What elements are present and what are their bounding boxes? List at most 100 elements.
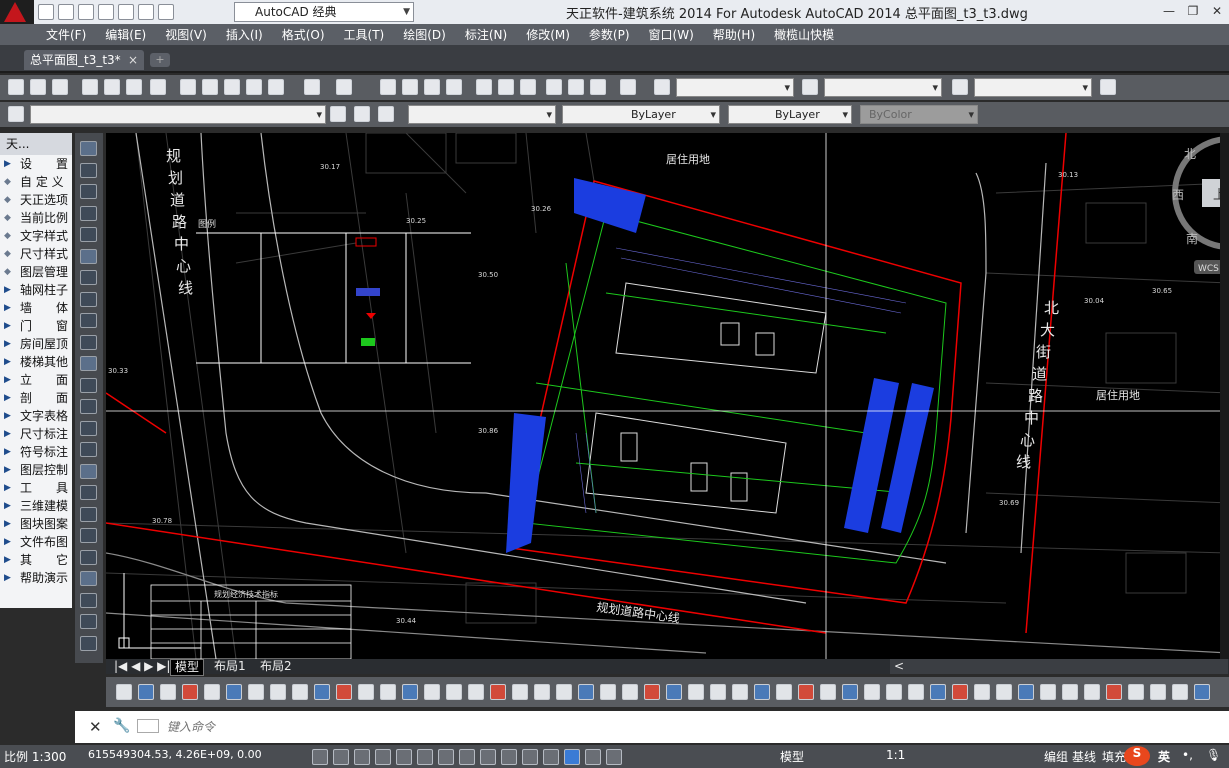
undo-icon[interactable]: [138, 4, 154, 20]
markup-icon[interactable]: [568, 79, 584, 95]
draw-tool-icon[interactable]: [80, 614, 97, 629]
modify-tool-icon[interactable]: [974, 684, 990, 700]
panel-item[interactable]: ▶ 三维建模: [0, 497, 72, 515]
modify-tool-icon[interactable]: [864, 684, 880, 700]
menu-edit[interactable]: 编辑(E): [105, 26, 146, 43]
close-cmdline-icon[interactable]: ✕: [89, 718, 102, 736]
draw-tool-icon[interactable]: [80, 463, 97, 479]
modify-tool-icon[interactable]: [820, 684, 836, 700]
modify-tool-icon[interactable]: [1084, 684, 1100, 700]
modify-tool-icon[interactable]: [248, 684, 264, 700]
menu-dimension[interactable]: 标注(N): [465, 26, 507, 43]
menu-draw[interactable]: 绘图(D): [403, 26, 446, 43]
panel-item[interactable]: ▶ 其 它: [0, 551, 72, 569]
modify-tool-icon[interactable]: [952, 684, 968, 700]
scale-readout[interactable]: 比例 1:300: [4, 748, 66, 765]
customize-wrench-icon[interactable]: 🔧: [113, 718, 130, 734]
modify-tool-icon[interactable]: [644, 684, 660, 700]
draw-tool-icon[interactable]: [80, 334, 97, 350]
layer-manager-icon[interactable]: [8, 106, 24, 122]
draw-tool-icon[interactable]: [80, 592, 97, 608]
copy-icon[interactable]: [202, 79, 218, 95]
design-center-icon[interactable]: [498, 79, 514, 95]
draw-tool-icon[interactable]: [80, 184, 97, 199]
menu-ganlanshan[interactable]: 橄榄山快模: [774, 26, 834, 43]
horizontal-scrollbar[interactable]: <: [890, 659, 1228, 674]
modify-tool-icon[interactable]: [380, 684, 396, 700]
panel-item[interactable]: ▶ 文字表格: [0, 407, 72, 425]
undo-toolbar-icon[interactable]: [304, 79, 320, 95]
save-file-icon[interactable]: [52, 79, 68, 95]
panel-item[interactable]: ▶ 剖 面: [0, 389, 72, 407]
plot-icon[interactable]: [82, 79, 98, 95]
modify-tool-icon[interactable]: [336, 684, 352, 700]
draw-tool-icon[interactable]: [80, 528, 97, 543]
draw-tool-icon[interactable]: [80, 356, 97, 371]
pan-icon[interactable]: [380, 79, 396, 95]
modify-tool-icon[interactable]: [688, 684, 704, 700]
status-toggle-icon[interactable]: [417, 749, 433, 765]
modify-tool-icon[interactable]: [732, 684, 748, 700]
layer-previous-icon[interactable]: [354, 106, 370, 122]
paste-icon[interactable]: [224, 79, 240, 95]
lineweight-select[interactable]: ByLayer: [728, 105, 852, 124]
panel-item[interactable]: ▶ 帮助演示: [0, 569, 72, 587]
draw-tool-icon[interactable]: [80, 227, 97, 242]
draw-tool-icon[interactable]: [80, 506, 97, 522]
draw-tool-icon[interactable]: [80, 485, 97, 500]
zoom-previous-icon[interactable]: [446, 79, 462, 95]
panel-item[interactable]: ▶ 设 置: [0, 155, 72, 173]
status-toggle-icon[interactable]: [480, 749, 496, 765]
panel-item[interactable]: ▶ 墙 体: [0, 299, 72, 317]
multileader-style-icon[interactable]: [1100, 79, 1116, 95]
status-toggle-icon[interactable]: [606, 749, 622, 765]
tool-palettes-icon[interactable]: [520, 79, 536, 95]
layer-select[interactable]: [30, 105, 326, 124]
modify-tool-icon[interactable]: [182, 684, 198, 700]
modify-tool-icon[interactable]: [314, 684, 330, 700]
qnew-icon[interactable]: [8, 79, 24, 95]
draw-tool-icon[interactable]: [80, 377, 97, 393]
modify-tool-icon[interactable]: [1062, 684, 1078, 700]
modify-tool-icon[interactable]: [1194, 684, 1210, 700]
panel-item[interactable]: ◆ 天正选项: [0, 191, 72, 209]
baseline-toggle[interactable]: 基线: [1072, 748, 1096, 765]
status-toggle-icon[interactable]: [396, 749, 412, 765]
draw-tool-icon[interactable]: [80, 399, 97, 414]
draw-tool-icon[interactable]: [80, 442, 97, 457]
panel-item[interactable]: ▶ 轴网柱子: [0, 281, 72, 299]
status-toggle-icon[interactable]: [564, 749, 580, 765]
properties-icon[interactable]: [476, 79, 492, 95]
block-editor-icon[interactable]: [268, 79, 284, 95]
modify-tool-icon[interactable]: [842, 684, 858, 700]
menu-parametric[interactable]: 参数(P): [589, 26, 630, 43]
document-tab[interactable]: 总平面图_t3_t3* ×: [24, 50, 144, 70]
save-as-icon[interactable]: [98, 4, 114, 20]
new-icon[interactable]: [38, 4, 54, 20]
draw-tool-icon[interactable]: [80, 571, 97, 586]
microphone-icon[interactable]: 🎙: [1206, 748, 1221, 762]
modify-tool-icon[interactable]: [930, 684, 946, 700]
modify-tool-icon[interactable]: [358, 684, 374, 700]
status-toggle-icon[interactable]: [522, 749, 538, 765]
modify-tool-icon[interactable]: [424, 684, 440, 700]
menu-help[interactable]: 帮助(H): [713, 26, 755, 43]
make-current-layer-icon[interactable]: [330, 106, 346, 122]
tab-layout1[interactable]: 布局1: [210, 659, 250, 674]
ime-language[interactable]: 英: [1158, 748, 1170, 765]
close-button[interactable]: ✕: [1205, 0, 1229, 22]
text-style-icon[interactable]: [654, 79, 670, 95]
panel-item[interactable]: ▶ 房间屋顶: [0, 335, 72, 353]
draw-tool-icon[interactable]: [80, 162, 97, 178]
menu-window[interactable]: 窗口(W): [649, 26, 694, 43]
panel-item[interactable]: ▶ 图块图案: [0, 515, 72, 533]
menu-file[interactable]: 文件(F): [46, 26, 86, 43]
layer-state-icon[interactable]: [378, 106, 394, 122]
open-file-icon[interactable]: [30, 79, 46, 95]
panel-item[interactable]: ◆ 尺寸样式: [0, 245, 72, 263]
menu-modify[interactable]: 修改(M): [526, 26, 570, 43]
publish-icon[interactable]: [126, 79, 142, 95]
help-icon[interactable]: [620, 79, 636, 95]
modify-tool-icon[interactable]: [402, 684, 418, 700]
draw-tool-icon[interactable]: [80, 291, 97, 307]
